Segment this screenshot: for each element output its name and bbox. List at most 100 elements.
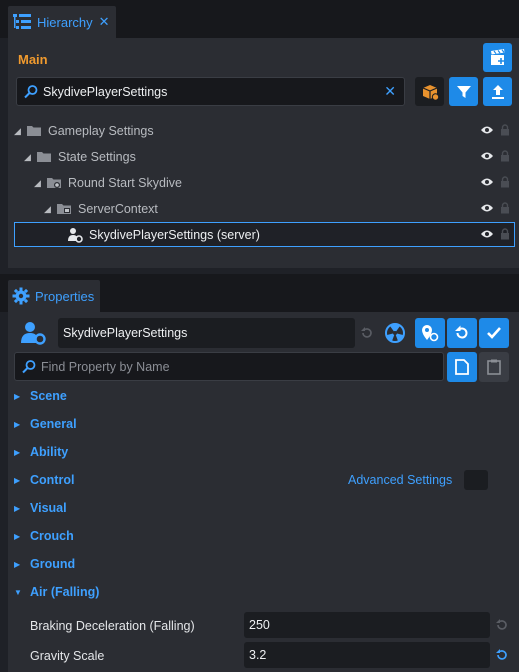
section-air-falling[interactable]: ▼ Air (Falling) (14, 580, 514, 604)
tree-item-label: ServerContext (78, 202, 158, 216)
section-label: Visual (30, 501, 67, 515)
properties-tabbar: Properties (0, 274, 519, 312)
section-label: Air (Falling) (30, 585, 100, 599)
revert-icon[interactable] (360, 326, 374, 340)
eye-icon[interactable] (480, 125, 494, 135)
apply-button[interactable] (479, 318, 509, 348)
hierarchy-tab-label: Hierarchy (37, 14, 93, 30)
tree-item-gameplay-settings[interactable]: ◢ Gameplay Settings (14, 119, 514, 143)
tree-item-label: Gameplay Settings (48, 124, 154, 138)
expanded-arrow-icon: ▼ (14, 587, 22, 597)
lock-icon[interactable] (500, 228, 510, 240)
reset-value-icon[interactable] (495, 648, 509, 662)
create-scene-button[interactable] (483, 43, 512, 72)
section-visual[interactable]: ▶ Visual (14, 496, 514, 520)
hierarchy-panel: Main SkydivePlayerSettings ✕ ◢ Gameplay … (8, 38, 519, 268)
upload-arrow-icon (491, 84, 504, 99)
location-button[interactable] (415, 318, 445, 348)
player-settings-icon (68, 227, 83, 243)
lock-icon[interactable] (500, 176, 510, 188)
tree-item-state-settings[interactable]: ◢ State Settings (14, 145, 514, 169)
lock-icon[interactable] (500, 150, 510, 162)
tab-properties[interactable]: Properties (8, 280, 101, 312)
section-label: Ability (30, 445, 69, 459)
section-general[interactable]: ▶ General (14, 412, 514, 436)
map-pin-icon (422, 325, 439, 342)
document-icon (455, 359, 469, 375)
hierarchy-list-icon (13, 14, 31, 29)
section-control[interactable]: ▶ Control (14, 468, 344, 492)
expand-arrow-icon[interactable]: ◢ (14, 126, 24, 137)
collapsed-arrow-icon: ▶ (14, 391, 21, 401)
collapsed-arrow-icon: ▶ (14, 419, 21, 429)
reset-button[interactable] (447, 318, 477, 348)
template-objects-button[interactable] (415, 77, 444, 106)
search-icon (24, 84, 38, 98)
eye-icon[interactable] (480, 177, 494, 187)
tree-item-round-start-skydive[interactable]: ◢ Round Start Skydive (14, 171, 514, 195)
properties-panel: SkydivePlayerSettings Find Property by N… (8, 312, 519, 672)
prop-value-input[interactable]: 3.2 (244, 642, 490, 668)
reset-value-icon[interactable] (495, 618, 509, 632)
prop-row-gravity-scale: Gravity Scale 3.2 (8, 642, 519, 670)
copy-properties-button[interactable] (447, 352, 477, 382)
prop-row-braking-deceleration: Braking Deceleration (Falling) 250 (8, 612, 519, 640)
prop-value-input[interactable]: 250 (244, 612, 490, 638)
gear-icon (12, 287, 30, 305)
filter-button[interactable] (449, 77, 478, 106)
hierarchy-tabbar: Hierarchy ✕ (0, 0, 519, 38)
radiation-asset-icon[interactable] (384, 322, 406, 344)
checkmark-icon (487, 327, 501, 339)
section-label: General (30, 417, 77, 431)
collapsed-arrow-icon: ▶ (14, 475, 21, 485)
player-settings-large-icon (21, 322, 46, 345)
collapse-all-button[interactable] (483, 77, 512, 106)
prop-label: Gravity Scale (30, 649, 105, 663)
lock-icon[interactable] (500, 124, 510, 136)
collapsed-arrow-icon: ▶ (14, 503, 21, 513)
filter-icon (456, 85, 471, 98)
collapsed-arrow-icon: ▶ (14, 559, 21, 569)
clapperboard-icon (490, 48, 505, 65)
expand-arrow-icon[interactable]: ◢ (24, 152, 34, 163)
eye-icon[interactable] (480, 151, 494, 161)
tree-item-label: SkydivePlayerSettings (server) (89, 227, 260, 242)
find-property-placeholder: Find Property by Name (41, 359, 170, 374)
advanced-settings-label: Advanced Settings (348, 473, 453, 487)
clipboard-icon (487, 359, 501, 375)
section-label: Crouch (30, 529, 74, 543)
find-property-input[interactable]: Find Property by Name (14, 352, 444, 381)
context-folder-icon (57, 204, 71, 214)
lock-icon[interactable] (500, 202, 510, 214)
tab-hierarchy[interactable]: Hierarchy ✕ (8, 6, 116, 38)
eye-icon[interactable] (480, 229, 494, 239)
collapsed-arrow-icon: ▶ (14, 447, 21, 457)
expand-arrow-icon[interactable]: ◢ (44, 204, 54, 215)
eye-icon[interactable] (480, 203, 494, 213)
paste-properties-button[interactable] (479, 352, 509, 382)
advanced-settings-checkbox[interactable] (464, 470, 488, 490)
package-icon (422, 84, 439, 101)
properties-tab-label: Properties (35, 288, 95, 304)
clear-search-icon[interactable]: ✕ (384, 83, 396, 100)
hierarchy-root-label: Main (18, 52, 48, 67)
section-ground[interactable]: ▶ Ground (14, 552, 514, 576)
section-label: Control (30, 473, 75, 487)
reset-icon (455, 325, 468, 339)
hierarchy-search-input[interactable]: SkydivePlayerSettings ✕ (16, 77, 405, 106)
object-name-input[interactable]: SkydivePlayerSettings (58, 318, 355, 348)
tree-item-skydive-player-settings[interactable]: SkydivePlayerSettings (server) (14, 222, 515, 247)
section-label: Scene (30, 389, 67, 403)
section-scene[interactable]: ▶ Scene (14, 384, 514, 408)
hierarchy-search-value: SkydivePlayerSettings (43, 84, 168, 99)
folder-network-icon (47, 178, 61, 188)
hierarchy-tab-close-icon[interactable]: ✕ (99, 14, 110, 30)
folder-icon (37, 152, 51, 162)
expand-arrow-icon[interactable]: ◢ (34, 178, 44, 189)
section-label: Ground (30, 557, 76, 571)
section-ability[interactable]: ▶ Ability (14, 440, 514, 464)
tree-item-server-context[interactable]: ◢ ServerContext (14, 197, 514, 221)
section-crouch[interactable]: ▶ Crouch (14, 524, 514, 548)
tree-item-label: State Settings (58, 150, 136, 164)
prop-label: Braking Deceleration (Falling) (30, 619, 195, 633)
